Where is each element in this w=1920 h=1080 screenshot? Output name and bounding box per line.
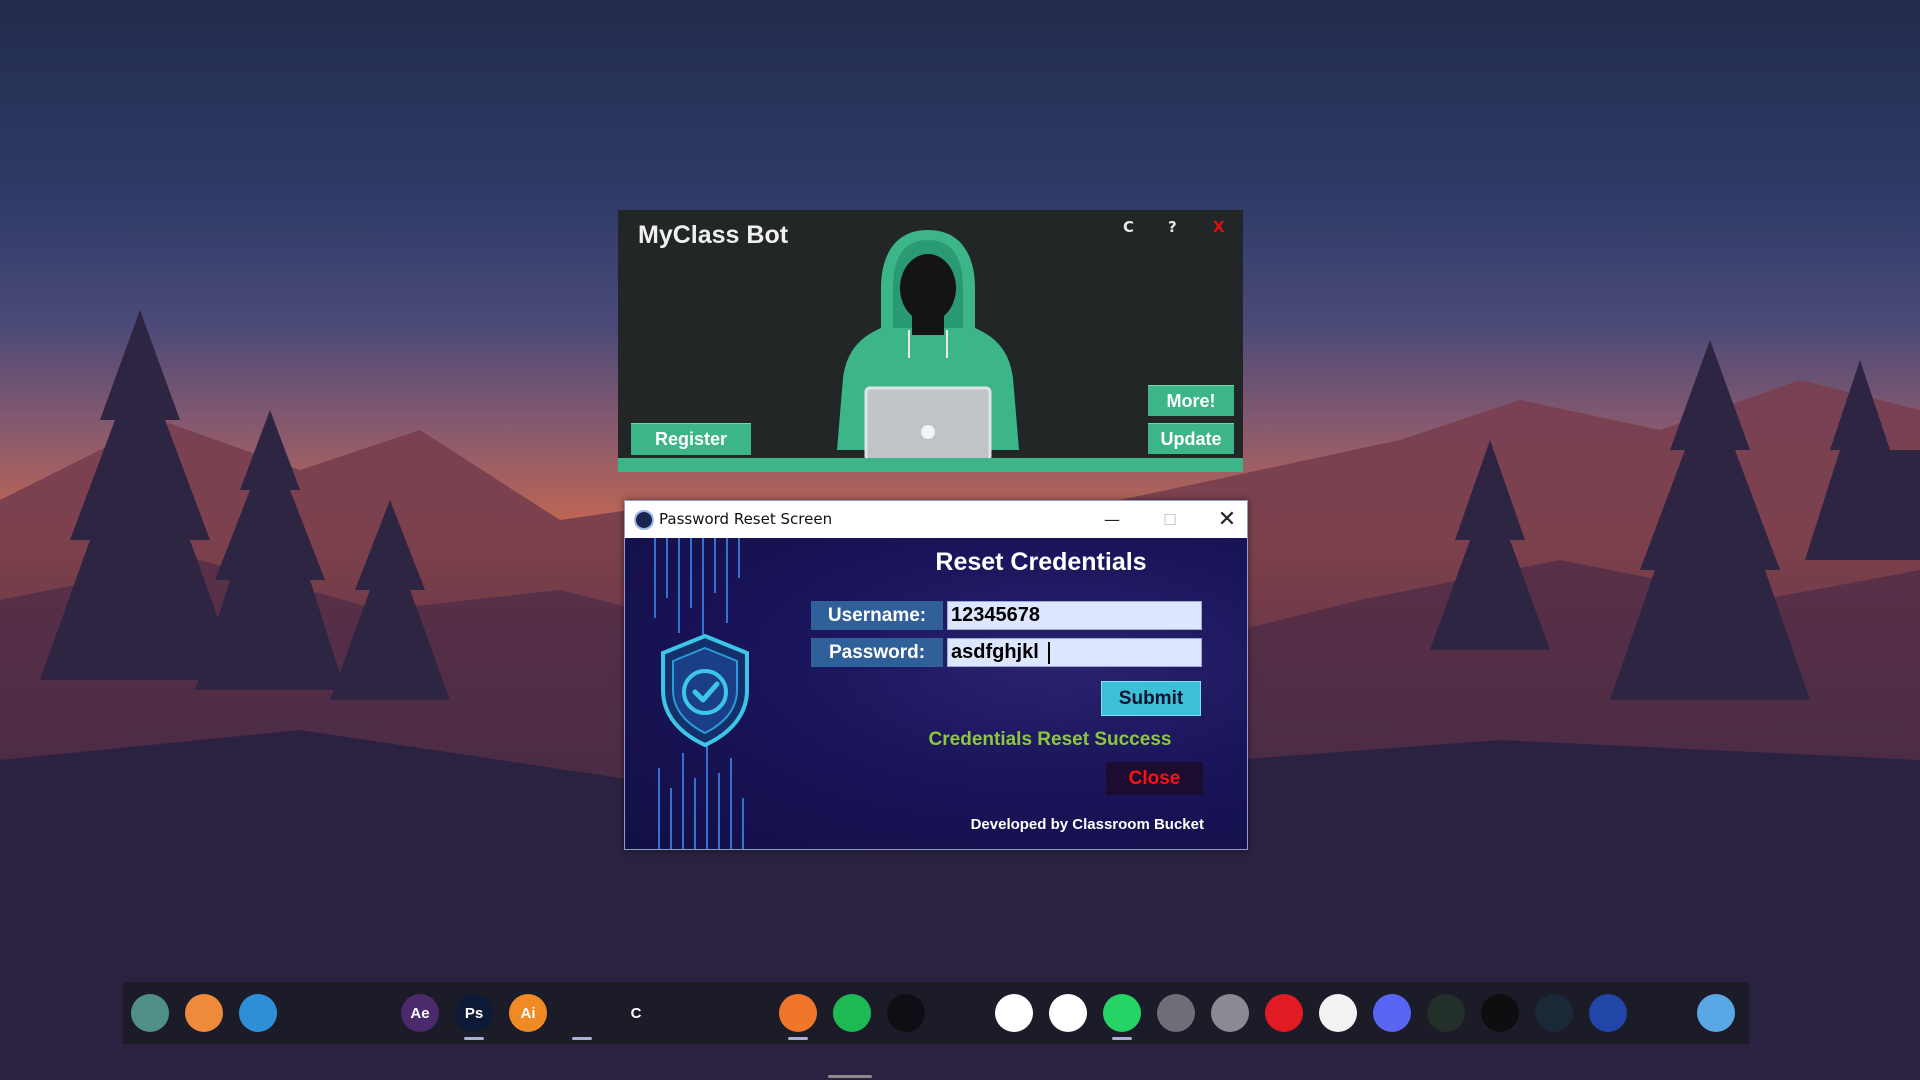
dock-item[interactable]: [933, 982, 987, 1044]
spotify-icon: [833, 994, 871, 1032]
dock-item[interactable]: C: [609, 982, 663, 1044]
register-button[interactable]: Register: [631, 423, 751, 455]
user-alt-icon: [347, 994, 385, 1032]
myclass-bot-window: MyClass Bot C ? X Register More! Update: [618, 210, 1243, 472]
youtube-icon: [1265, 994, 1303, 1032]
submit-button[interactable]: Submit: [1101, 681, 1201, 716]
dock-item[interactable]: [717, 982, 771, 1044]
update-button[interactable]: Update: [1148, 423, 1234, 454]
dock-item[interactable]: Ai: [501, 982, 555, 1044]
bot-help-button[interactable]: ?: [1168, 218, 1177, 236]
dock-item[interactable]: [177, 982, 231, 1044]
firefox-icon: [779, 994, 817, 1032]
bot-bottom-bar: [618, 458, 1243, 472]
minimize-button[interactable]: —: [1089, 501, 1135, 538]
close-button[interactable]: Close: [1106, 762, 1203, 795]
username-input[interactable]: [947, 601, 1202, 630]
monitor-icon: [131, 994, 169, 1032]
text-caret: [1048, 642, 1050, 664]
title-bar: Password Reset Screen — ☐ ✕: [625, 501, 1247, 538]
photoshop-icon: Ps: [455, 994, 493, 1032]
c-language-icon: C: [617, 994, 655, 1032]
installer-icon: [725, 994, 763, 1032]
camera-icon: [1211, 994, 1249, 1032]
whatsapp-icon: [1103, 994, 1141, 1032]
slack-icon: [995, 994, 1033, 1032]
steam-icon: [1535, 994, 1573, 1032]
dock-item[interactable]: [1365, 982, 1419, 1044]
bot-c-button[interactable]: C: [1123, 218, 1134, 236]
download-icon: [185, 994, 223, 1032]
evernote-icon: [1049, 994, 1087, 1032]
hacker-illustration: [837, 230, 1019, 462]
dock-item[interactable]: [339, 982, 393, 1044]
window-close-button[interactable]: ✕: [1204, 501, 1250, 538]
finder-icon: [1697, 994, 1735, 1032]
dock-item[interactable]: [879, 982, 933, 1044]
dock: Ae Ps Ai C: [123, 982, 1749, 1044]
dock-item[interactable]: [987, 982, 1041, 1044]
dock-item[interactable]: [771, 982, 825, 1044]
settings-app-icon: [1589, 994, 1627, 1032]
dock-item[interactable]: [1095, 982, 1149, 1044]
scrivener-icon: [887, 994, 925, 1032]
dock-item[interactable]: [1149, 982, 1203, 1044]
bot-title: MyClass Bot: [638, 221, 789, 249]
dock-item[interactable]: [231, 982, 285, 1044]
password-input[interactable]: [947, 638, 1202, 667]
dock-item[interactable]: [123, 982, 177, 1044]
discord-icon: [1373, 994, 1411, 1032]
more-button[interactable]: More!: [1148, 385, 1234, 416]
pycharm-icon: [671, 994, 709, 1032]
dock-item[interactable]: [1257, 982, 1311, 1044]
security-shield-art: [654, 538, 749, 849]
dock-item[interactable]: Ae: [393, 982, 447, 1044]
maximize-button[interactable]: ☐: [1147, 501, 1193, 538]
dock-item[interactable]: [285, 982, 339, 1044]
password-label: Password:: [811, 638, 943, 667]
gmail-icon: [1157, 994, 1195, 1032]
user-icon: [293, 994, 331, 1032]
dock-item[interactable]: [1311, 982, 1365, 1044]
game-warrior-icon: [1427, 994, 1465, 1032]
dock-item[interactable]: [1203, 982, 1257, 1044]
illustrator-icon: Ai: [509, 994, 547, 1032]
game-skull-icon: [1481, 994, 1519, 1032]
dock-item[interactable]: [1581, 982, 1635, 1044]
status-message: Credentials Reset Success: [928, 729, 1172, 750]
reset-content: Reset Credentials Username: Password: Su…: [625, 538, 1247, 849]
after-effects-icon: Ae: [401, 994, 439, 1032]
dock-item[interactable]: [1473, 982, 1527, 1044]
reset-heading: Reset Credentials: [935, 548, 1147, 576]
scanner-icon: [1319, 994, 1357, 1032]
developer-credit: Developed by Classroom Bucket: [970, 816, 1204, 833]
dock-item[interactable]: [825, 982, 879, 1044]
dock-item[interactable]: [1041, 982, 1095, 1044]
photos-icon: [239, 994, 277, 1032]
app-logo-icon: [634, 510, 654, 530]
window-title: Password Reset Screen: [659, 510, 833, 528]
dock-item[interactable]: [1689, 982, 1743, 1044]
vscode-icon: [563, 994, 601, 1032]
dock-item[interactable]: [1527, 982, 1581, 1044]
dock-item[interactable]: [663, 982, 717, 1044]
password-reset-window: Password Reset Screen — ☐ ✕ Reset Creden…: [624, 500, 1248, 850]
dock-item[interactable]: [1419, 982, 1473, 1044]
archive-icon: [1643, 994, 1681, 1032]
home-indicator: [828, 1075, 872, 1078]
bot-close-button[interactable]: X: [1213, 218, 1225, 236]
username-label: Username:: [811, 601, 943, 630]
dock-item[interactable]: [555, 982, 609, 1044]
todo-check-icon: [941, 994, 979, 1032]
dock-item[interactable]: [1635, 982, 1689, 1044]
dock-item[interactable]: Ps: [447, 982, 501, 1044]
